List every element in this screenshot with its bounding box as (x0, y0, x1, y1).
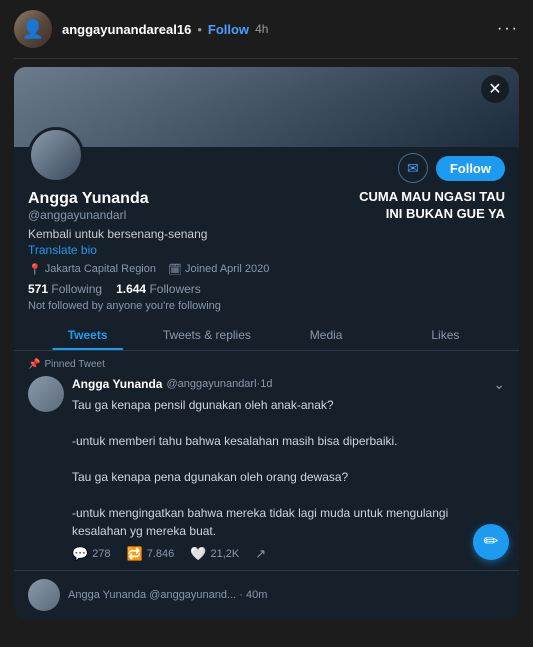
twitter-card: ✕ ✉ Follow Angga Yunanda (14, 67, 519, 619)
tweet-text: Tau ga kenapa pensil dgunakan oleh anak-… (72, 396, 505, 540)
profile-tagline: CUMA MAU NGASI TAU INI BUKAN GUE YA (359, 189, 505, 223)
twitter-tabs: Tweets Tweets & replies Media Likes (14, 320, 519, 351)
joined-item: 🗓 Joined April 2020 (168, 263, 269, 276)
display-name: Angga Yunanda (28, 189, 349, 208)
twitter-follow-button[interactable]: Follow (436, 156, 505, 181)
pinned-text: Pinned Tweet (44, 359, 104, 370)
name-left: Angga Yunanda @anggayunandarl (28, 189, 349, 222)
tweet-text-line4: -untuk mengingatkan bahwa mereka tidak l… (72, 506, 448, 538)
ig-post-header: 👤 anggayunandareal16 • Follow 4h ··· (0, 0, 533, 58)
next-tweet-time: 40m (246, 589, 267, 601)
not-followed-text: Not followed by anyone you're following (28, 300, 505, 312)
following-label: Following (51, 282, 102, 296)
ig-avatar: 👤 (14, 10, 52, 48)
avatar-image (31, 130, 81, 180)
profile-meta: 📍 Jakarta Capital Region 🗓 Joined April … (28, 263, 505, 276)
twitter-handle: @anggayunandarl (28, 208, 349, 222)
pin-icon: 📌 (28, 359, 40, 370)
tab-tweets[interactable]: Tweets (28, 320, 147, 350)
avatar-image: 👤 (14, 10, 52, 48)
tweet-actions: 💬 278 🔁 7.846 🤍 21,2K ↗ (72, 546, 505, 562)
next-tweet-info: Angga Yunanda @anggayunand... · 40m (68, 589, 267, 601)
tweet-text-line1: Tau ga kenapa pensil dgunakan oleh anak-… (72, 398, 334, 412)
avatar-row: ✉ Follow (28, 127, 505, 183)
followers-label: Followers (149, 282, 200, 296)
tagline-line2: INI BUKAN GUE YA (386, 206, 505, 221)
joined-text: Joined April 2020 (185, 263, 269, 275)
outer-frame: 👤 anggayunandareal16 • Follow 4h ··· ✕ (0, 0, 533, 647)
header-divider (14, 58, 519, 59)
next-tweet-avatar (28, 579, 60, 611)
retweet-count: 7.846 (147, 548, 175, 560)
following-stat: 571 Following (28, 282, 102, 296)
twitter-profile-avatar (28, 127, 84, 183)
reply-action[interactable]: 💬 278 (72, 546, 111, 562)
tweet-author-name: Angga Yunanda (72, 377, 162, 391)
separator-dot: • (197, 22, 202, 37)
tweet-row: Angga Yunanda @anggayunandarl·1d ⌄ Tau g… (28, 376, 505, 562)
tab-media[interactable]: Media (267, 320, 386, 350)
followers-count: 1.644 (116, 282, 146, 296)
tweet-expand-button[interactable]: ⌄ (493, 376, 505, 393)
followers-stat: 1.644 Followers (116, 282, 201, 296)
compose-icon: ✏ (483, 531, 498, 552)
ig-follow-button[interactable]: Follow (208, 22, 249, 37)
name-row: Angga Yunanda @anggayunandarl CUMA MAU N… (28, 189, 505, 223)
tweet-text-line2: -untuk memberi tahu bahwa kesalahan masi… (72, 434, 398, 448)
translate-bio-button[interactable]: Translate bio (28, 243, 505, 257)
post-time: 4h (255, 22, 268, 36)
reply-count: 278 (92, 548, 110, 560)
tagline-line1: CUMA MAU NGASI TAU (359, 189, 505, 204)
location-item: 📍 Jakarta Capital Region (28, 263, 156, 276)
twitter-profile-section: ✉ Follow Angga Yunanda @anggayunandarl C… (14, 147, 519, 351)
calendar-icon: 🗓 (168, 263, 182, 276)
tweet-handle-time: @anggayunandarl·1d (166, 378, 272, 390)
next-tweet-preview: Angga Yunanda @anggayunand... · 40m (14, 570, 519, 619)
tweet-author-avatar (28, 376, 64, 412)
like-count: 21,2K (210, 548, 239, 560)
location-text: Jakarta Capital Region (45, 263, 156, 275)
ig-username: anggayunandareal16 (62, 22, 191, 37)
retweet-icon: 🔁 (127, 546, 143, 562)
profile-bio: Kembali untuk bersenang-senang (28, 227, 505, 241)
action-buttons: ✉ Follow (398, 153, 505, 183)
message-icon: ✉ (407, 160, 419, 177)
reply-icon: 💬 (72, 546, 88, 562)
close-button[interactable]: ✕ (481, 75, 509, 103)
tweet-content: Angga Yunanda @anggayunandarl·1d ⌄ Tau g… (72, 376, 505, 562)
tweet-header: Angga Yunanda @anggayunandarl·1d ⌄ (72, 376, 505, 393)
following-count: 571 (28, 282, 48, 296)
share-icon: ↗ (255, 546, 266, 562)
retweet-action[interactable]: 🔁 7.846 (127, 546, 175, 562)
like-icon: 🤍 (190, 546, 206, 562)
like-action[interactable]: 🤍 21,2K (190, 546, 239, 562)
pinned-label: 📌 Pinned Tweet (28, 359, 505, 370)
profile-stats: 571 Following 1.644 Followers (28, 282, 505, 296)
share-action[interactable]: ↗ (255, 546, 266, 562)
ig-username-area: anggayunandareal16 • Follow 4h (62, 22, 487, 37)
message-button[interactable]: ✉ (398, 153, 428, 183)
tab-tweets-replies[interactable]: Tweets & replies (147, 320, 266, 350)
tab-likes[interactable]: Likes (386, 320, 505, 350)
more-options-button[interactable]: ··· (497, 20, 519, 38)
compose-reply-button[interactable]: ✏ (473, 524, 509, 560)
next-tweet-author: Angga Yunanda (68, 589, 146, 601)
next-tweet-handle: @anggayunand... (149, 589, 236, 601)
tweet-area: 📌 Pinned Tweet Angga Yunanda @anggayunan… (14, 351, 519, 570)
tweet-text-line3: Tau ga kenapa pena dgunakan oleh orang d… (72, 470, 348, 484)
location-icon: 📍 (28, 263, 42, 276)
